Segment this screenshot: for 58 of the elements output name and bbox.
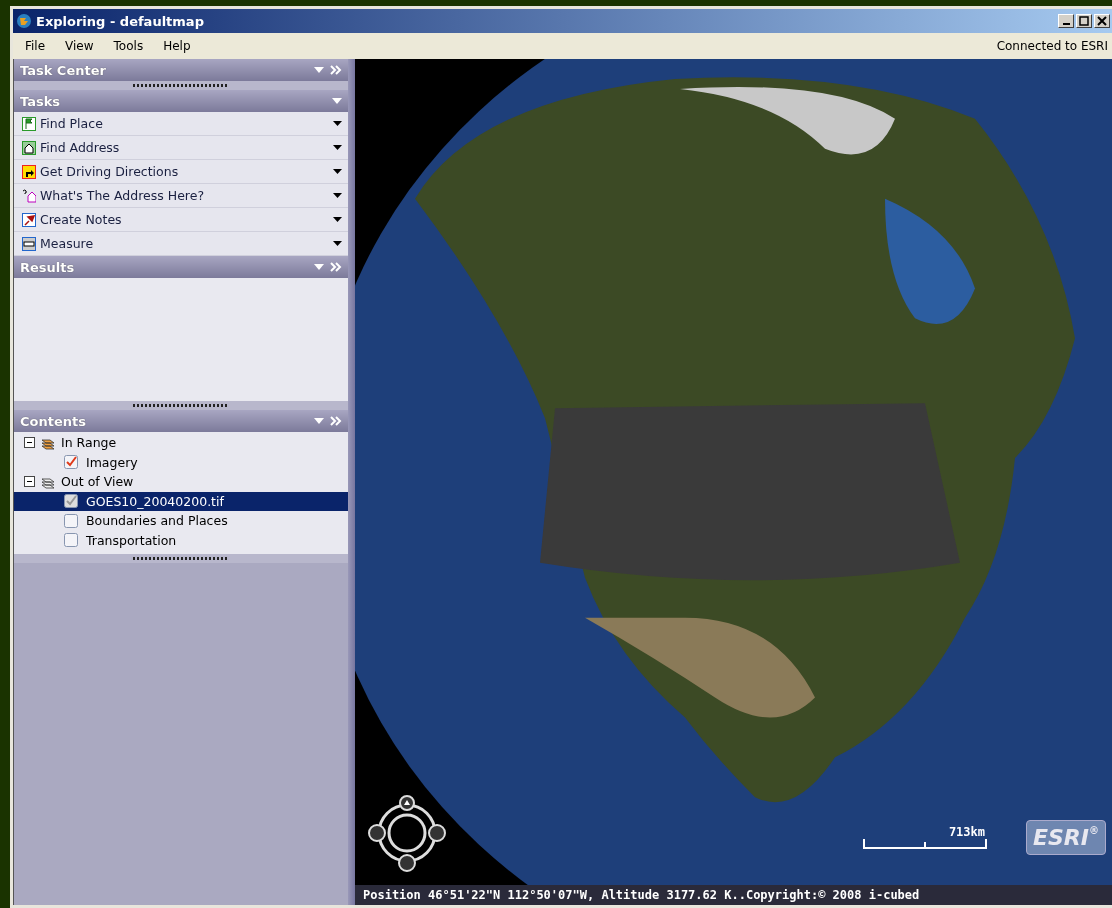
panel-title: Tasks: [20, 93, 61, 109]
checkbox[interactable]: [64, 513, 78, 528]
panel-title: Results: [20, 259, 75, 275]
dropdown-arrow-icon[interactable]: [333, 145, 342, 150]
ruler-icon: [22, 236, 36, 251]
splitter-grip[interactable]: [133, 557, 229, 560]
house-icon: [22, 140, 36, 155]
layer-row[interactable]: Boundaries and Places: [14, 511, 348, 531]
status-text: Position 46°51'22"N 112°50'07"W, Altitude 3177.62 K..Copyright:© 2008 i-cubed: [363, 888, 920, 902]
dropdown-arrow-icon[interactable]: [333, 217, 342, 222]
panel-title: Contents: [20, 413, 86, 429]
collapse-toggle-icon[interactable]: [24, 476, 35, 488]
task-item[interactable]: What's The Address Here?: [14, 184, 348, 208]
task-item[interactable]: Create Notes: [14, 208, 348, 232]
dropdown-arrow-icon[interactable]: [333, 241, 342, 246]
tree-group-label[interactable]: Out of View: [61, 474, 134, 490]
task-item[interactable]: Find Address: [14, 136, 348, 160]
double-chevron-icon[interactable]: [330, 65, 342, 75]
layer-row[interactable]: GOES10_20040200.tif: [14, 491, 348, 511]
collapse-toggle-icon[interactable]: [24, 437, 35, 449]
navigation-control-icon[interactable]: [367, 793, 447, 873]
layer-row[interactable]: Imagery: [14, 452, 348, 472]
registered-mark: ®: [1089, 825, 1099, 836]
minimize-icon: [1062, 23, 1070, 25]
connection-status: Connected to ESRI: [996, 39, 1108, 53]
close-button[interactable]: [1094, 14, 1110, 28]
menu-item[interactable]: View: [65, 39, 94, 53]
logo-text: ESRI: [1033, 825, 1089, 850]
checkbox[interactable]: [64, 533, 78, 548]
double-chevron-icon[interactable]: [330, 416, 342, 426]
task-item[interactable]: Measure: [14, 232, 348, 256]
maximize-button[interactable]: [1076, 14, 1092, 28]
tree-group-label[interactable]: In Range: [61, 435, 117, 451]
dropdown-arrow-icon[interactable]: [333, 193, 342, 198]
splitter-grip[interactable]: [133, 404, 229, 407]
flag-icon: [22, 116, 36, 131]
dropdown-arrow-icon[interactable]: [333, 169, 342, 174]
maximize-icon: [1079, 16, 1089, 26]
double-chevron-icon[interactable]: [330, 262, 342, 272]
menu-item[interactable]: File: [25, 39, 46, 53]
globe-map-view[interactable]: 713km ESRI$^{®}$: [355, 59, 1112, 885]
close-icon: [1097, 16, 1107, 26]
checkbox[interactable]: [64, 494, 78, 509]
question-house-icon: [22, 188, 36, 203]
layer-row[interactable]: Transportation: [14, 530, 348, 550]
window-title: Exploring - defaultmap: [36, 13, 204, 29]
panel-title: Task Center: [20, 62, 106, 78]
dropdown-arrow-icon[interactable]: [333, 121, 342, 126]
menu-item[interactable]: Help: [163, 39, 191, 53]
scale-label: 713km: [948, 825, 985, 839]
task-item[interactable]: Find Place: [14, 112, 348, 136]
minimize-button[interactable]: [1058, 14, 1074, 28]
menu-item[interactable]: Tools: [113, 39, 144, 53]
pushpin-icon: [22, 212, 36, 227]
splitter-grip[interactable]: [133, 84, 229, 87]
globe-icon: [16, 13, 32, 29]
task-item[interactable]: Get Driving Directions: [14, 160, 348, 184]
checkbox[interactable]: [64, 455, 78, 470]
